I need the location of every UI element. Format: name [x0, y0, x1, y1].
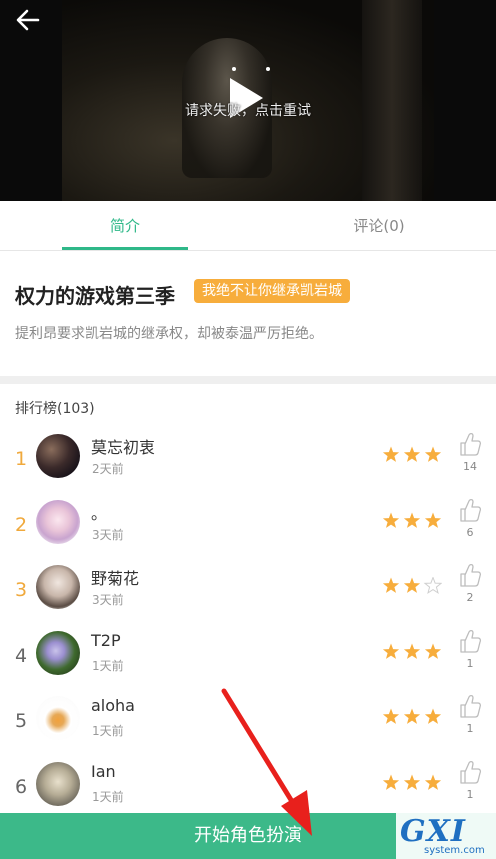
ranking-row[interactable]: 4 T2P 1天前 1 — [0, 625, 496, 690]
star-filled-icon — [424, 643, 442, 659]
star-filled-icon — [382, 446, 400, 462]
like-count: 14 — [463, 460, 477, 473]
avatar[interactable] — [36, 696, 80, 740]
ranking-row[interactable]: 2 。 3天前 6 — [0, 494, 496, 559]
user-name[interactable]: Ian — [91, 762, 116, 781]
avatar[interactable] — [36, 630, 80, 675]
user-time: 1天前 — [92, 789, 124, 804]
star-filled-icon — [382, 643, 400, 659]
watermark-logo: GXI网 system.com — [396, 812, 496, 859]
video-player[interactable]: 请求失败，点击重试 — [0, 0, 496, 201]
user-time: 1天前 — [92, 724, 124, 738]
ranking-row[interactable]: 1 莫忘初衷 2天前 14 — [0, 428, 496, 493]
thumbs-up-icon[interactable] — [458, 759, 482, 785]
avatar[interactable] — [36, 434, 80, 478]
star-filled-icon — [403, 446, 421, 462]
user-name[interactable]: T2P — [91, 631, 121, 650]
user-time: 2天前 — [92, 462, 124, 476]
user-time: 1天前 — [92, 658, 124, 673]
rating-stars — [382, 512, 442, 528]
star-filled-icon — [403, 708, 421, 724]
user-name[interactable]: aloha — [91, 696, 135, 715]
rank-number: 3 — [14, 579, 28, 601]
rank-number: 6 — [14, 775, 28, 798]
rank-number: 2 — [14, 513, 28, 536]
star-filled-icon — [382, 774, 400, 790]
story-badge: 我绝不让你继承凯岩城 — [194, 279, 350, 303]
star-empty-icon — [423, 577, 442, 595]
star-filled-icon — [403, 774, 421, 790]
tab-comments[interactable]: 评论(0) — [316, 201, 442, 251]
thumbs-up-icon[interactable] — [458, 628, 482, 654]
watermark-sub: system.com — [424, 845, 485, 856]
rank-number: 5 — [14, 710, 28, 732]
user-name[interactable]: 。 — [91, 500, 107, 524]
loading-dots-icon — [232, 67, 272, 73]
user-name[interactable]: 莫忘初衷 — [91, 434, 155, 458]
rating-stars — [382, 708, 442, 724]
thumbs-up-icon[interactable] — [458, 693, 482, 719]
avatar[interactable] — [36, 761, 80, 806]
star-filled-icon — [424, 512, 442, 528]
avatar[interactable] — [36, 565, 80, 609]
back-arrow-icon[interactable] — [14, 8, 42, 32]
like-count: 1 — [466, 787, 474, 801]
user-name[interactable]: 野菊花 — [91, 565, 139, 589]
tab-bar: 简介 评论(0) — [0, 201, 496, 251]
ranking-row[interactable]: 3 野菊花 3天前 2 — [0, 559, 496, 624]
star-filled-icon — [382, 512, 400, 528]
video-error-message[interactable]: 请求失败，点击重试 — [0, 100, 496, 120]
star-filled-icon — [403, 512, 421, 528]
ranking-header: 排行榜(103) — [15, 401, 95, 417]
rating-stars — [382, 774, 442, 790]
active-tab-indicator — [62, 247, 188, 250]
user-time: 3天前 — [92, 593, 124, 607]
star-filled-icon — [424, 774, 442, 790]
thumbs-up-icon[interactable] — [458, 431, 482, 457]
rank-number: 4 — [14, 644, 28, 667]
thumbs-up-icon[interactable] — [458, 562, 482, 588]
like-count: 1 — [466, 656, 474, 670]
like-count: 6 — [466, 525, 474, 539]
rating-stars — [382, 643, 442, 659]
tab-intro[interactable]: 简介 — [62, 201, 188, 251]
star-filled-icon — [382, 577, 400, 593]
thumbs-up-icon[interactable] — [458, 497, 482, 523]
star-filled-icon — [424, 446, 442, 462]
ranking-row[interactable]: 5 aloha 1天前 1 — [0, 690, 496, 755]
ranking-row[interactable]: 6 Ian 1天前 1 — [0, 756, 496, 821]
story-title: 权力的游戏第三季 — [15, 284, 175, 308]
avatar[interactable] — [36, 499, 80, 544]
like-count: 2 — [466, 591, 474, 604]
section-divider — [0, 376, 496, 384]
rank-number: 1 — [14, 448, 28, 470]
rating-stars — [382, 577, 442, 595]
story-description: 提利昂要求凯岩城的继承权，却被泰温严厉拒绝。 — [15, 326, 323, 342]
user-time: 3天前 — [92, 527, 124, 542]
star-filled-icon — [403, 643, 421, 659]
star-filled-icon — [424, 708, 442, 724]
rating-stars — [382, 446, 442, 462]
star-filled-icon — [382, 708, 400, 724]
star-filled-icon — [403, 577, 421, 593]
like-count: 1 — [466, 722, 474, 735]
